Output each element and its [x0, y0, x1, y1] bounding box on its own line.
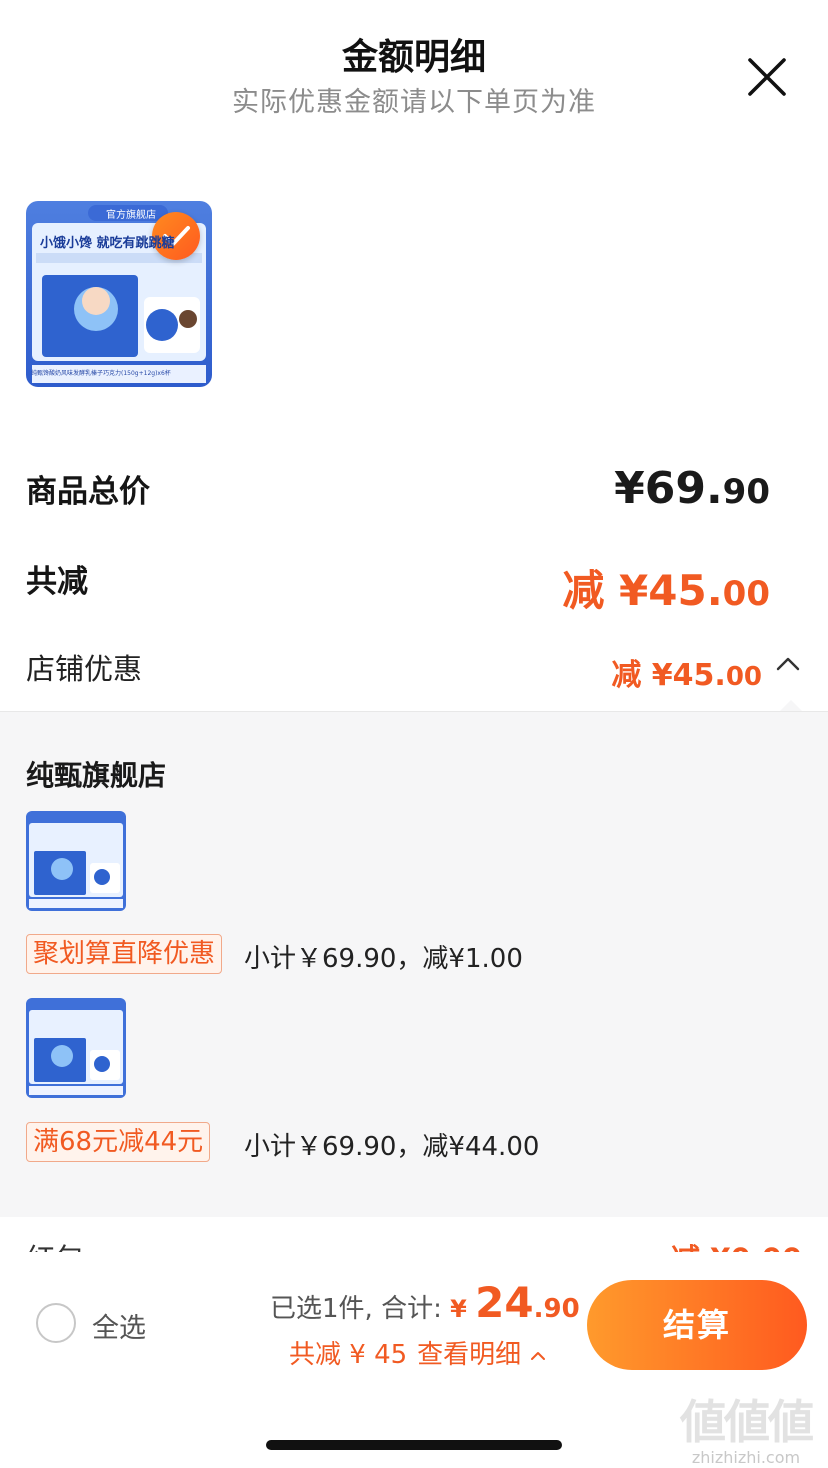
thumb-brand-text: 官方旗舰店: [106, 210, 156, 221]
total-amount-decimal: .90: [533, 1294, 580, 1324]
selected-summary: 已选1件, 合计: ¥ 24.90: [270, 1278, 580, 1327]
discount-label: 共减: [26, 564, 88, 600]
total-price-decimal: 90: [722, 472, 770, 512]
total-price-label: 商品总价: [26, 474, 150, 510]
page-title: 金额明细: [341, 37, 486, 78]
watermark: 値値値 zhizhizhi.com: [674, 1386, 818, 1467]
promo-item-thumbnail: [26, 998, 126, 1098]
currency-symbol: ¥: [450, 1295, 476, 1323]
checkout-button[interactable]: 结算: [587, 1280, 807, 1370]
chevron-up-icon[interactable]: [774, 650, 802, 678]
saved-summary[interactable]: 共减 ¥ 45 查看明细: [289, 1334, 547, 1371]
saved-amount: 共减 ¥ 45: [289, 1340, 408, 1370]
discount-value: 减 ¥45.00: [562, 557, 770, 618]
shop-discount-label[interactable]: 店铺优惠: [26, 646, 142, 688]
promo-tag: 满68元减44元: [26, 1122, 211, 1162]
page-subtitle: 实际优惠金额请以下单页为准: [232, 87, 596, 118]
panel-pointer: [780, 700, 802, 711]
view-details-link[interactable]: 查看明细: [417, 1340, 521, 1370]
amount-details-sheet: 金额明细 实际优惠金额请以下单页为准 小饿小馋 就吃有跳跳糖 官方旗舰店 纯甄馋…: [0, 0, 828, 1468]
close-icon: [748, 58, 786, 96]
watermark-site: zhizhizhi.com: [691, 1448, 801, 1467]
discount-decimal: 00: [722, 574, 770, 614]
promo-detail: 小计￥69.90，减¥44.00: [244, 1132, 540, 1162]
shop-discount-value[interactable]: 减 ¥45.00: [611, 650, 762, 694]
shop-discount-decimal: 00: [725, 662, 762, 692]
thumb-caption: 纯甄馋酸奶风味发酵乳榛子巧克力(150g+12g)x6杯: [31, 370, 171, 377]
selected-count-text: 已选1件, 合计:: [270, 1294, 451, 1324]
watermark-logo: 値値値: [680, 1395, 814, 1449]
small-chevron-up-icon: [531, 1351, 546, 1360]
total-price-value: ¥69.90: [614, 463, 770, 514]
total-price-main: ¥69.: [614, 463, 723, 514]
store-name: 纯甄旗舰店: [26, 759, 167, 792]
total-amount-main: 24: [475, 1278, 534, 1327]
home-indicator[interactable]: [266, 1440, 562, 1450]
promo-tag: 聚划算直降优惠: [26, 934, 223, 974]
thumb-banner-text: 小饿小馋 就吃有跳跳糖: [40, 236, 175, 251]
close-button[interactable]: [742, 52, 792, 102]
promo-detail: 小计￥69.90，减¥1.00: [244, 944, 523, 974]
select-all-label[interactable]: 全选: [92, 1306, 146, 1345]
discount-main: 减 ¥45.: [562, 566, 723, 615]
shop-discount-main: 减 ¥45.: [611, 658, 726, 693]
select-all-radio[interactable]: [36, 1303, 76, 1343]
promo-item-thumbnail: [26, 811, 126, 911]
